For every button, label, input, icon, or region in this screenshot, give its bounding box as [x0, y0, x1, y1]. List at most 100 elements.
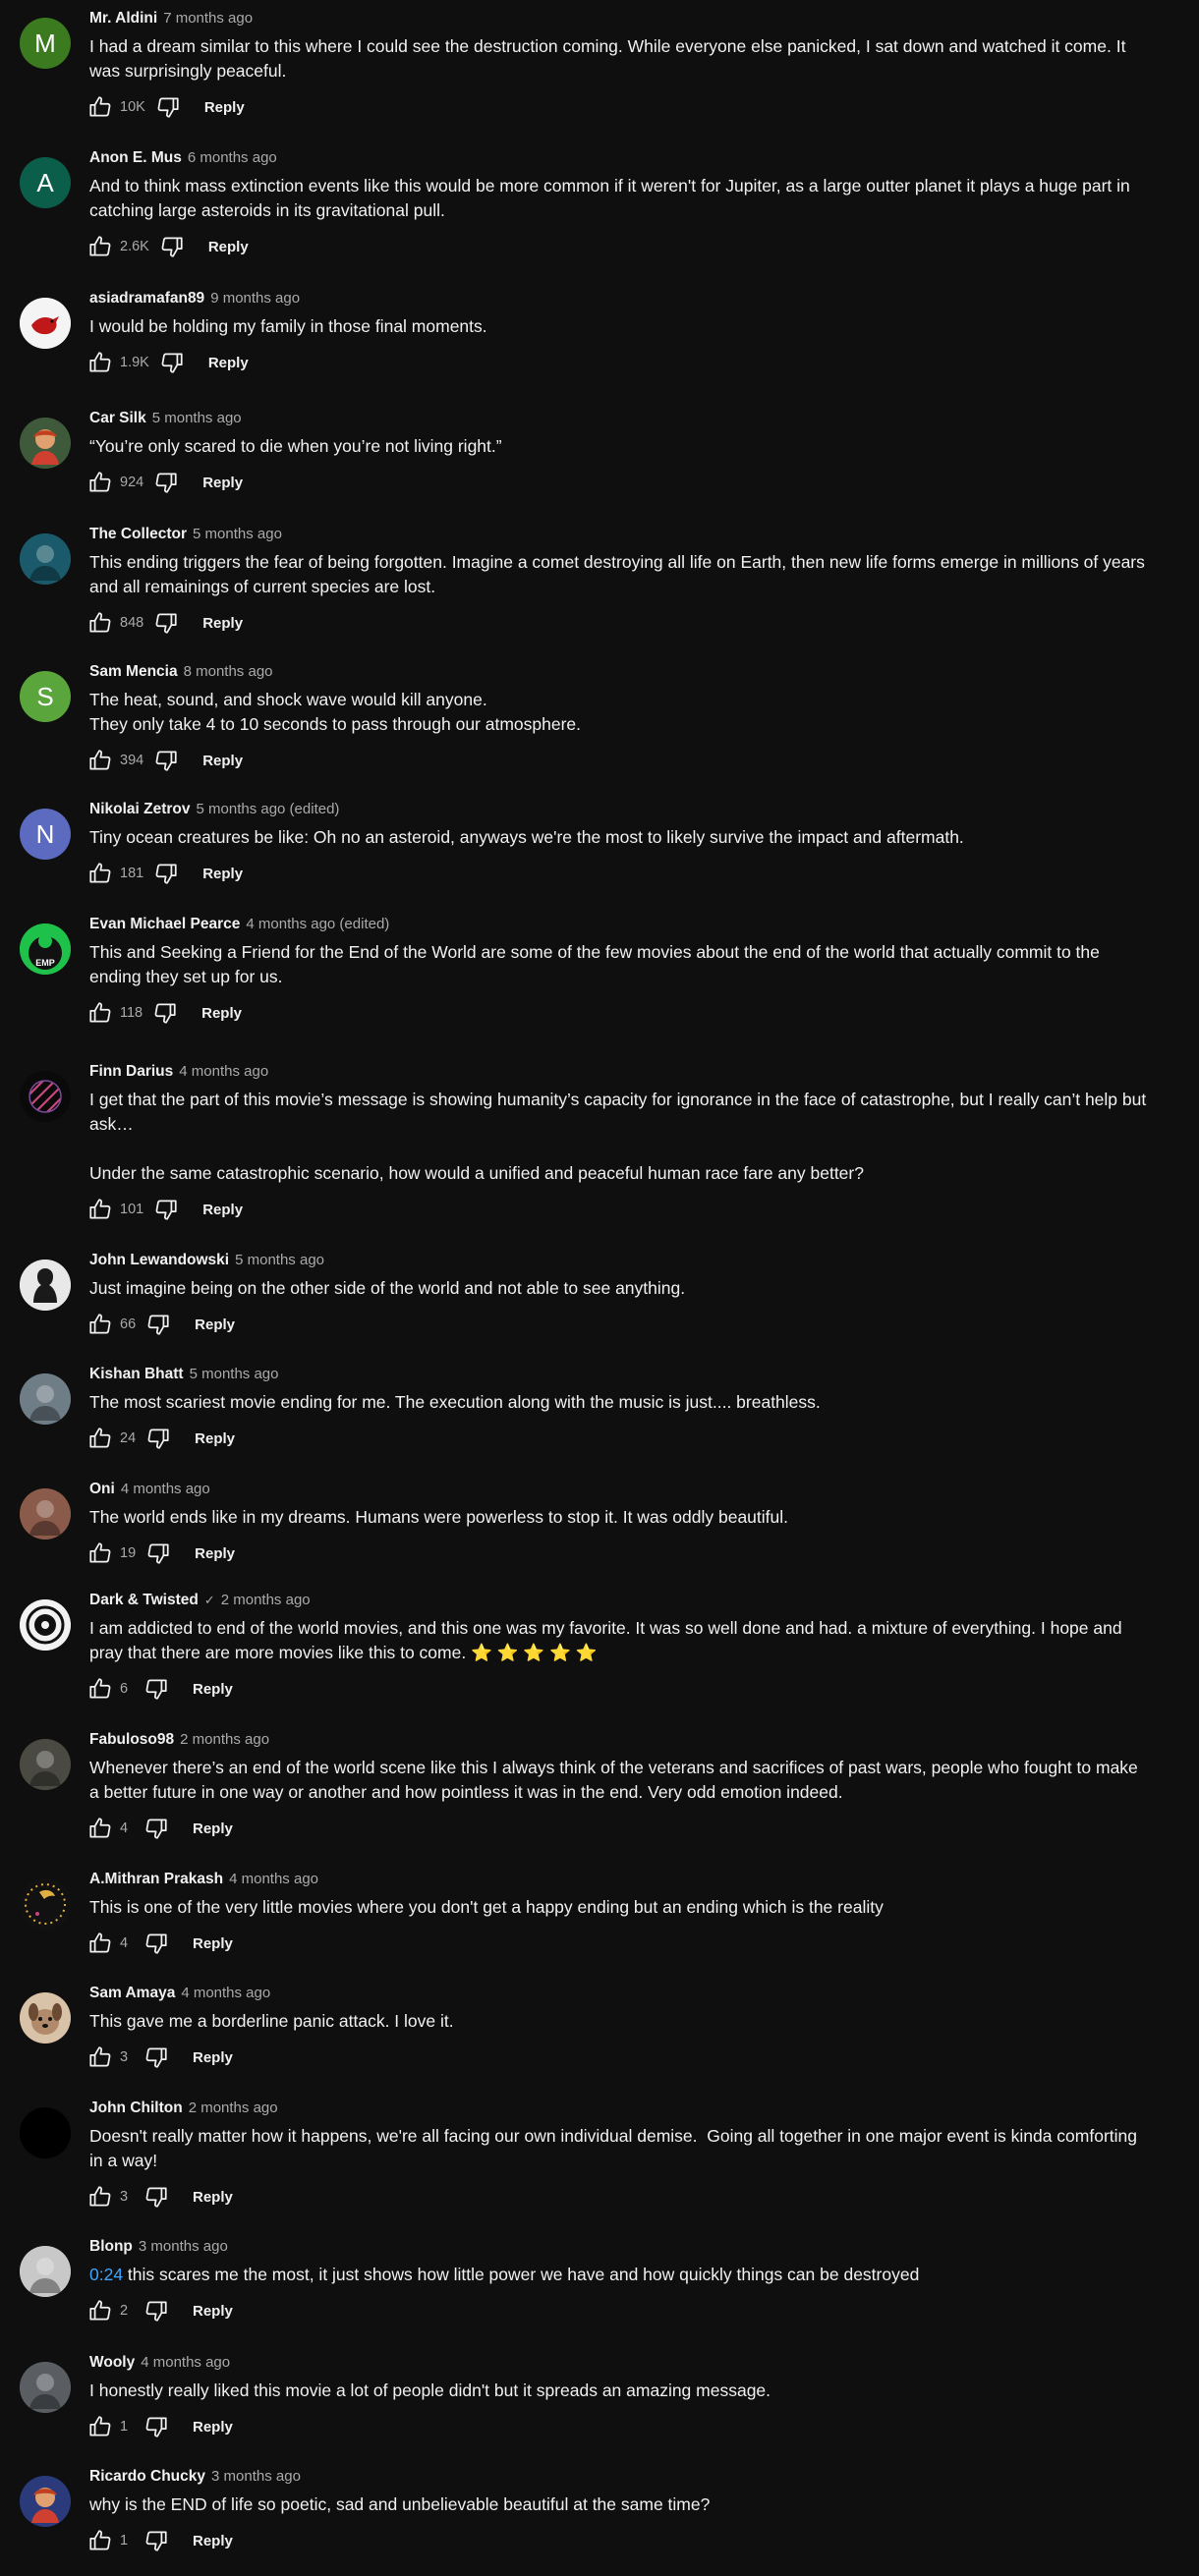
reply-button[interactable]: Reply [193, 2303, 233, 2320]
avatar[interactable]: M [20, 18, 71, 69]
reply-button[interactable]: Reply [204, 99, 245, 116]
dislike-icon[interactable] [153, 748, 179, 773]
author-name[interactable]: Finn Darius [89, 1061, 173, 1083]
avatar[interactable] [20, 1071, 71, 1122]
author-name[interactable]: Ricardo Chucky [89, 2466, 205, 2488]
dislike-icon[interactable] [159, 234, 185, 259]
comment-time[interactable]: 5 months ago [152, 408, 242, 429]
comment-time[interactable]: 5 months ago [190, 1364, 279, 1385]
comment-time[interactable]: 9 months ago [210, 288, 300, 309]
author-name[interactable]: Sam Amaya [89, 1983, 175, 2004]
reply-button[interactable]: Reply [193, 2419, 233, 2436]
avatar[interactable]: EMP [20, 924, 71, 975]
dislike-icon[interactable] [145, 1540, 171, 1566]
avatar[interactable]: N [20, 809, 71, 860]
dislike-icon[interactable] [143, 2414, 169, 2439]
like-icon[interactable] [87, 2298, 113, 2324]
comment-time[interactable]: 3 months ago [139, 2236, 228, 2258]
reply-button[interactable]: Reply [201, 1005, 242, 1022]
avatar[interactable] [20, 1599, 71, 1651]
like-icon[interactable] [87, 234, 113, 259]
comment-time[interactable]: 4 months ago [229, 1869, 318, 1890]
like-icon[interactable] [87, 470, 113, 495]
comment-time[interactable]: 6 months ago [188, 147, 277, 169]
dislike-icon[interactable] [153, 610, 179, 636]
avatar[interactable] [20, 2246, 71, 2297]
comment-time[interactable]: 7 months ago [163, 8, 253, 29]
reply-button[interactable]: Reply [195, 1316, 235, 1333]
avatar[interactable] [20, 1373, 71, 1425]
dislike-icon[interactable] [155, 94, 181, 120]
author-name[interactable]: Kishan Bhatt [89, 1364, 184, 1385]
avatar[interactable] [20, 298, 71, 349]
like-icon[interactable] [87, 861, 113, 886]
comment-time[interactable]: 5 months ago [193, 524, 282, 545]
like-icon[interactable] [87, 1000, 113, 1026]
author-name[interactable]: Oni [89, 1479, 115, 1500]
dislike-icon[interactable] [143, 2298, 169, 2324]
avatar[interactable]: S [20, 671, 71, 722]
avatar[interactable] [20, 2476, 71, 2527]
comment-time[interactable]: 2 months ago [180, 1729, 269, 1751]
comment-time[interactable]: 2 months ago [221, 1590, 311, 1611]
comment-time[interactable]: 4 months ago [179, 1061, 268, 1083]
reply-button[interactable]: Reply [202, 753, 243, 769]
dislike-icon[interactable] [143, 2044, 169, 2070]
like-icon[interactable] [87, 2414, 113, 2439]
avatar[interactable] [20, 418, 71, 469]
reply-button[interactable]: Reply [193, 1820, 233, 1837]
author-name[interactable]: Dark & Twisted [89, 1590, 199, 1611]
like-icon[interactable] [87, 1197, 113, 1222]
avatar[interactable] [20, 1488, 71, 1540]
like-icon[interactable] [87, 2184, 113, 2210]
author-name[interactable]: Anon E. Mus [89, 147, 182, 169]
author-name[interactable]: A.Mithran Prakash [89, 1869, 223, 1890]
reply-button[interactable]: Reply [208, 355, 249, 371]
dislike-icon[interactable] [145, 1312, 171, 1337]
dislike-icon[interactable] [143, 1816, 169, 1841]
comment-time[interactable]: 8 months ago [184, 661, 273, 683]
comment-time[interactable]: 4 months ago (edited) [246, 914, 389, 935]
reply-button[interactable]: Reply [208, 239, 249, 255]
comment-time[interactable]: 3 months ago [211, 2466, 301, 2488]
author-name[interactable]: Sam Mencia [89, 661, 178, 683]
like-icon[interactable] [87, 1816, 113, 1841]
author-name[interactable]: Evan Michael Pearce [89, 914, 240, 935]
reply-button[interactable]: Reply [193, 1681, 233, 1698]
reply-button[interactable]: Reply [193, 2189, 233, 2206]
dislike-icon[interactable] [143, 2184, 169, 2210]
comment-time[interactable]: 5 months ago (edited) [197, 799, 340, 820]
comment-time[interactable]: 5 months ago [235, 1250, 324, 1271]
like-icon[interactable] [87, 1426, 113, 1451]
reply-button[interactable]: Reply [193, 1935, 233, 1952]
reply-button[interactable]: Reply [193, 2533, 233, 2549]
comment-time[interactable]: 2 months ago [189, 2098, 278, 2119]
avatar[interactable] [20, 1739, 71, 1790]
author-name[interactable]: Car Silk [89, 408, 146, 429]
like-icon[interactable] [87, 2044, 113, 2070]
dislike-icon[interactable] [153, 861, 179, 886]
dislike-icon[interactable] [159, 350, 185, 375]
comment-time[interactable]: 4 months ago [141, 2352, 230, 2374]
avatar[interactable] [20, 1260, 71, 1311]
author-name[interactable]: asiadramafan89 [89, 288, 204, 309]
avatar[interactable] [20, 2107, 71, 2158]
reply-button[interactable]: Reply [202, 615, 243, 632]
author-name[interactable]: Wooly [89, 2352, 135, 2374]
author-name[interactable]: John Chilton [89, 2098, 183, 2119]
reply-button[interactable]: Reply [195, 1545, 235, 1562]
comment-time[interactable]: 4 months ago [181, 1983, 270, 2004]
like-icon[interactable] [87, 1931, 113, 1956]
avatar[interactable]: A [20, 157, 71, 208]
avatar[interactable] [20, 1878, 71, 1930]
dislike-icon[interactable] [145, 1426, 171, 1451]
reply-button[interactable]: Reply [202, 866, 243, 882]
dislike-icon[interactable] [143, 2528, 169, 2553]
like-icon[interactable] [87, 748, 113, 773]
reply-button[interactable]: Reply [195, 1430, 235, 1447]
like-icon[interactable] [87, 1676, 113, 1702]
author-name[interactable]: Mr. Aldini [89, 8, 157, 29]
reply-button[interactable]: Reply [193, 2049, 233, 2066]
like-icon[interactable] [87, 350, 113, 375]
like-icon[interactable] [87, 610, 113, 636]
